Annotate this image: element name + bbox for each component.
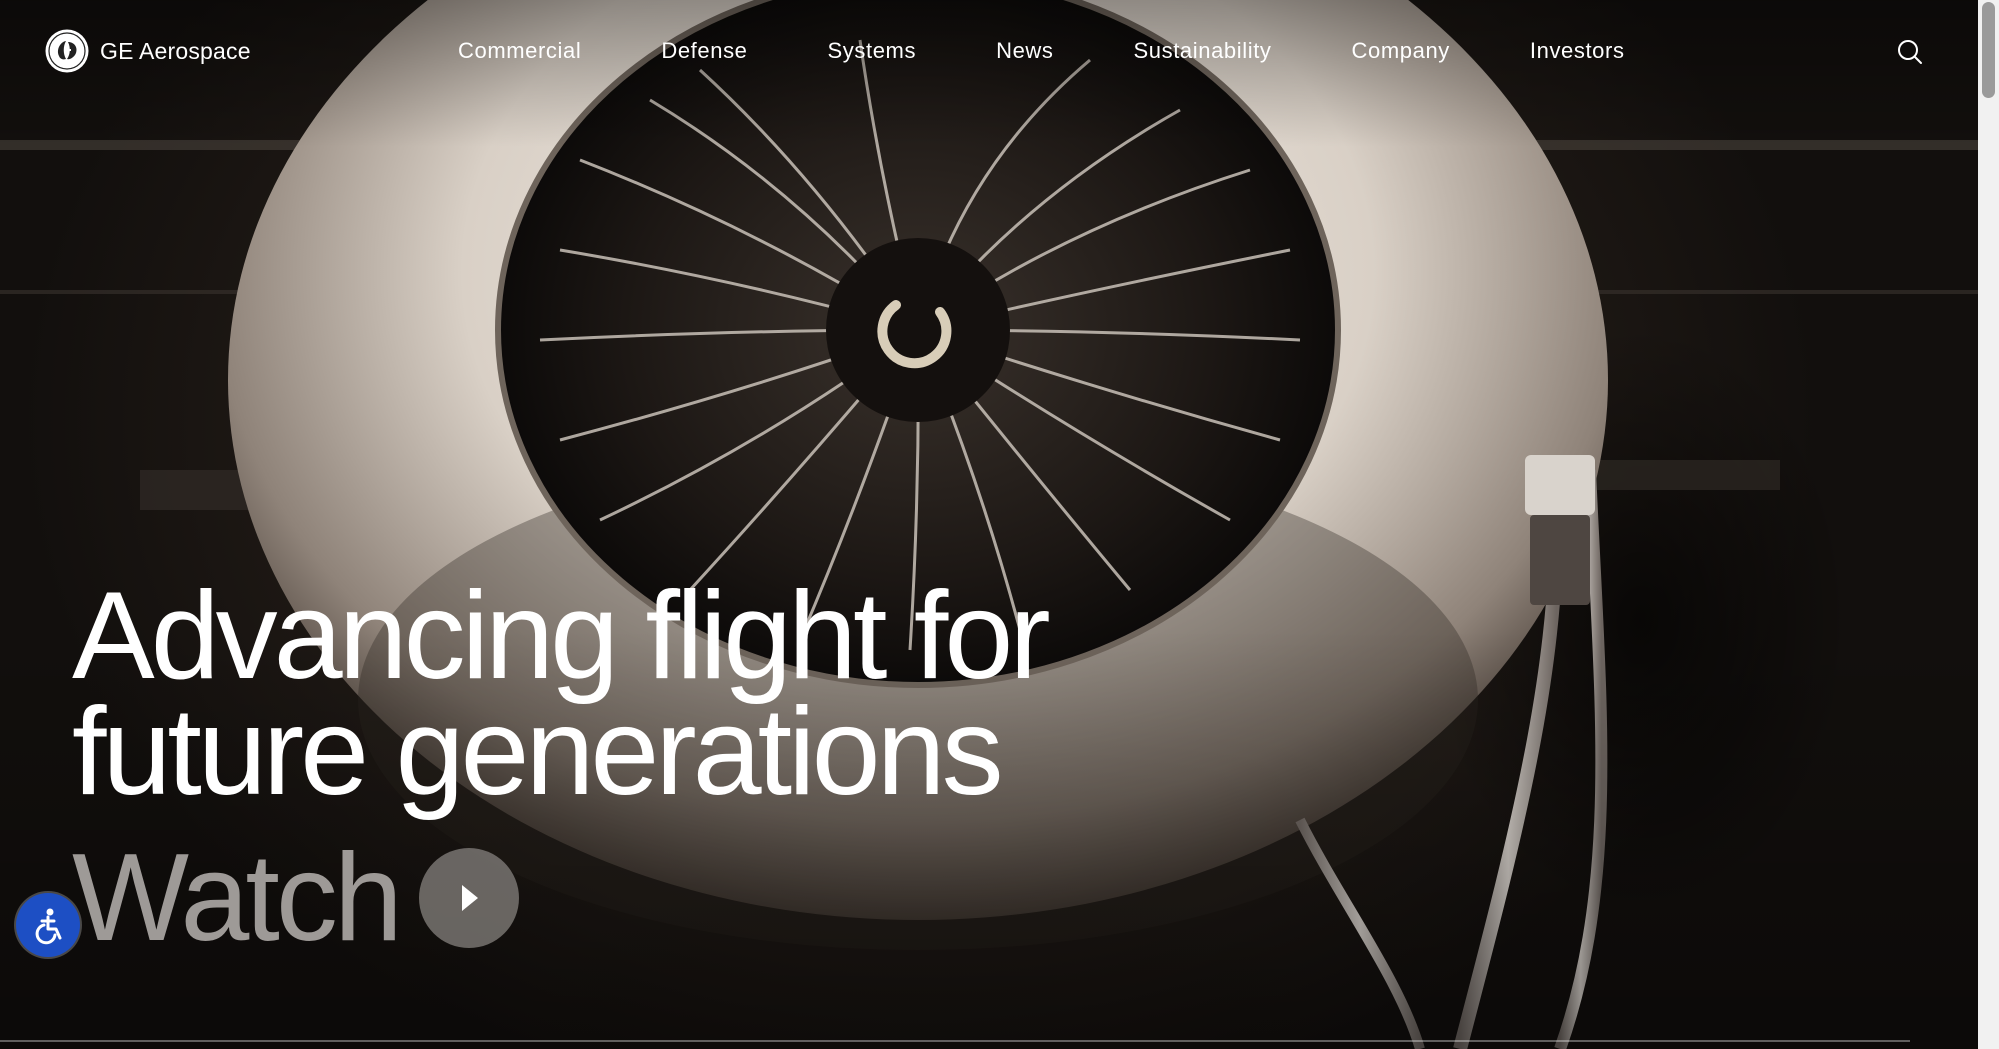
hero-headline: Advancing flight for future generations: [72, 574, 1172, 814]
nav-systems[interactable]: Systems: [828, 38, 917, 64]
watch-label: Watch: [72, 829, 403, 967]
hero-headline-line2: future generations: [72, 683, 1004, 821]
ge-monogram-icon: [45, 29, 89, 73]
nav-sustainability[interactable]: Sustainability: [1134, 38, 1272, 64]
nav-defense[interactable]: Defense: [661, 38, 747, 64]
hero-progress-line: [0, 1040, 1910, 1042]
accessibility-icon: [35, 908, 62, 945]
play-icon: [461, 885, 478, 911]
page-scrollbar[interactable]: [1978, 0, 1999, 1049]
search-button[interactable]: [1896, 38, 1924, 66]
nav-company[interactable]: Company: [1352, 38, 1450, 64]
ge-aerospace-logo[interactable]: GE Aerospace: [44, 28, 251, 74]
nav-investors[interactable]: Investors: [1530, 38, 1625, 64]
watch-video-control[interactable]: Watch: [72, 829, 519, 967]
play-button[interactable]: [418, 848, 519, 948]
search-icon: [1898, 40, 1922, 64]
site-header: GE Aerospace Commercial Defense Systems …: [0, 0, 1978, 104]
accessibility-button[interactable]: [16, 893, 80, 957]
scrollbar-thumb[interactable]: [1982, 2, 1995, 98]
nav-news[interactable]: News: [996, 38, 1053, 64]
nav-commercial[interactable]: Commercial: [458, 38, 581, 64]
brand-name: GE Aerospace: [100, 37, 251, 64]
main-nav: Commercial Defense Systems News Sustaina…: [458, 38, 1625, 64]
